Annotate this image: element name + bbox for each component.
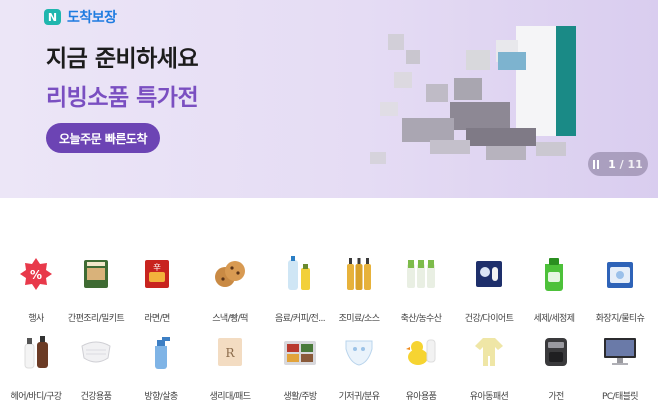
category-tissue[interactable]: 화장지/물티슈 xyxy=(588,254,652,324)
svg-text:R: R xyxy=(225,346,235,360)
promo-banner[interactable]: N 도착보장 지금 준비하세요 리빙소품 특가전 오늘주문 빠른도착 1 / 1… xyxy=(0,0,658,198)
category-label: 라면/면 xyxy=(144,314,170,324)
category-kids-fashion[interactable]: 유아동패션 xyxy=(457,332,521,402)
category-air-freshener[interactable]: 방향/살충 xyxy=(129,332,193,402)
tissue-icon xyxy=(600,254,640,294)
category-label: 유아동패션 xyxy=(469,392,509,402)
category-label: 조미료/소스 xyxy=(338,314,380,324)
banner-headline: 지금 준비하세요 xyxy=(46,46,199,72)
spray-icon xyxy=(141,332,181,372)
category-appliance[interactable]: 가전 xyxy=(524,332,588,402)
category-label: 방향/살충 xyxy=(144,392,178,402)
produce-icon xyxy=(401,254,441,294)
category-detergent[interactable]: 세제/세정제 xyxy=(522,254,586,324)
category-ramen[interactable]: 辛 라면/면 xyxy=(125,254,189,324)
category-pc-tablet[interactable]: PC/태블릿 xyxy=(588,332,652,402)
pause-icon[interactable] xyxy=(593,159,600,169)
category-label: 세제/세정제 xyxy=(533,314,575,324)
air-fryer-icon xyxy=(536,332,576,372)
naver-logo-icon: N xyxy=(44,9,61,25)
category-health-diet[interactable]: 건강/다이어트 xyxy=(457,254,521,324)
category-diaper[interactable]: 기저귀/분유 xyxy=(327,332,391,402)
delivery-guarantee-badge: N 도착보장 xyxy=(44,7,117,27)
category-sauce[interactable]: 조미료/소스 xyxy=(327,254,391,324)
category-label: 스낵/빵/떡 xyxy=(212,314,248,324)
category-baby-goods[interactable]: 유아용품 xyxy=(389,332,453,402)
banner-product-image xyxy=(366,22,586,172)
category-label: 건강용품 xyxy=(80,392,112,402)
category-label: 화장지/물티슈 xyxy=(595,314,645,324)
category-label: 헤어/바디/구강 xyxy=(10,392,63,402)
pager-current: 1 xyxy=(608,157,616,171)
banner-pager[interactable]: 1 / 11 xyxy=(588,152,648,176)
mask-icon xyxy=(76,332,116,372)
category-kitchen[interactable]: 생활/주방 xyxy=(268,332,332,402)
category-beverage[interactable]: 음료/커피/전... xyxy=(268,254,332,324)
category-label: 행사 xyxy=(28,314,44,324)
sale-icon: % xyxy=(16,254,56,294)
beverage-icon xyxy=(280,254,320,294)
category-label: 생리대/패드 xyxy=(209,392,251,402)
shampoo-icon xyxy=(16,332,56,372)
category-label: 생활/주방 xyxy=(283,392,317,402)
category-snack[interactable]: 스낵/빵/떡 xyxy=(198,254,262,324)
pager-separator: / xyxy=(619,157,624,171)
baby-toy-icon xyxy=(401,332,441,372)
category-sanitary-pad[interactable]: R 생리대/패드 xyxy=(198,332,262,402)
meal-kit-icon xyxy=(76,254,116,294)
category-health-goods[interactable]: 건강용품 xyxy=(64,332,128,402)
category-produce[interactable]: 축산/농수산 xyxy=(389,254,453,324)
category-label: 음료/커피/전... xyxy=(274,314,326,324)
svg-text:辛: 辛 xyxy=(153,262,161,272)
pager-total: 11 xyxy=(627,157,643,171)
cookie-icon xyxy=(210,254,250,294)
category-label: 유아용품 xyxy=(405,392,437,402)
kitchen-icon xyxy=(280,332,320,372)
diaper-icon xyxy=(339,332,379,372)
banner-subhead: 리빙소품 특가전 xyxy=(46,85,199,111)
ramen-icon: 辛 xyxy=(137,254,177,294)
fast-delivery-button[interactable]: 오늘주문 빠른도착 xyxy=(46,123,160,153)
supplement-icon xyxy=(469,254,509,294)
baby-clothes-icon xyxy=(469,332,509,372)
pad-icon: R xyxy=(210,332,250,372)
category-label: 기저귀/분유 xyxy=(338,392,380,402)
category-hair-body[interactable]: 헤어/바디/구강 xyxy=(4,332,68,402)
category-label: 간편조리/밀키트 xyxy=(67,314,125,324)
category-label: 축산/농수산 xyxy=(400,314,442,324)
monitor-icon xyxy=(600,332,640,372)
category-label: 가전 xyxy=(548,392,564,402)
category-label: 건강/다이어트 xyxy=(464,314,514,324)
svg-text:%: % xyxy=(30,268,42,282)
detergent-icon xyxy=(534,254,574,294)
badge-text: 도착보장 xyxy=(67,10,117,26)
category-label: PC/태블릿 xyxy=(602,392,639,402)
category-meal-kit[interactable]: 간편조리/밀키트 xyxy=(64,254,128,324)
sauce-icon xyxy=(339,254,379,294)
category-sale[interactable]: % 행사 xyxy=(4,254,68,324)
